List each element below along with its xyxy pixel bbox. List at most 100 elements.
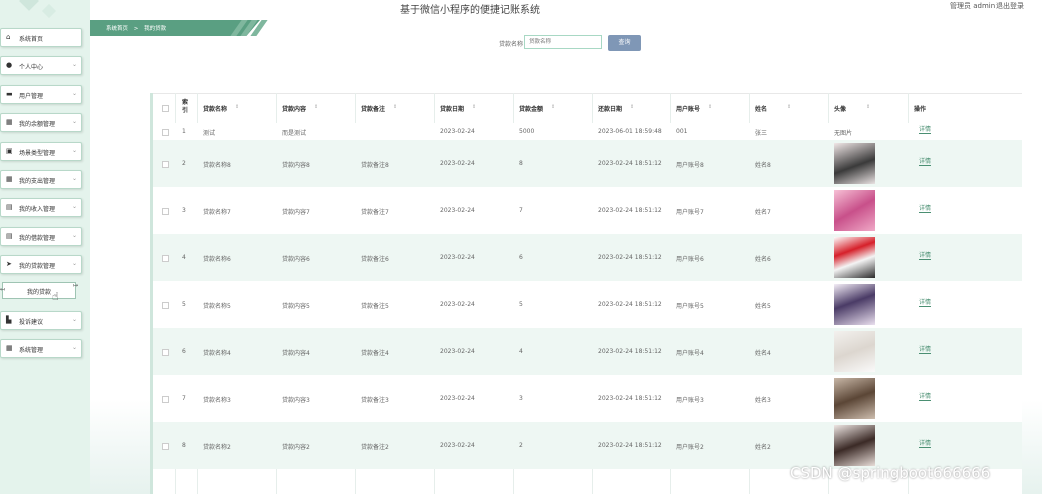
submenu-item-my-loans[interactable]: 我的贷款 — [2, 282, 76, 299]
cell-amount: 5000 — [519, 128, 535, 135]
breadcrumb-home[interactable]: 系统首页 — [106, 26, 128, 32]
drag-handle-icon[interactable]: ↦ — [73, 282, 78, 289]
sidebar-item[interactable]: ▬ 用户管理 ⌄ — [0, 85, 82, 104]
search-input[interactable] — [524, 35, 602, 49]
sidebar-item-label: 系统首页 — [19, 36, 44, 43]
row-checkbox[interactable] — [162, 443, 169, 450]
detail-button[interactable]: 详情 — [919, 438, 932, 448]
detail-button[interactable]: 详情 — [919, 391, 932, 401]
grid-icon: ▦ — [6, 175, 13, 183]
cell-account: 用户账号4 — [676, 350, 704, 357]
chevron-down-icon: ⌄ — [71, 61, 77, 68]
detail-button[interactable]: 详情 — [919, 124, 932, 134]
cell-note: 贷款备注3 — [361, 397, 389, 404]
sidebar-item-label: 场景类型管理 — [19, 150, 56, 157]
cell-date: 2023-02-24 — [440, 160, 475, 167]
column-header[interactable]: 还款日期 — [598, 104, 622, 113]
drag-handle-icon[interactable]: ↤ — [0, 286, 5, 293]
cell-note: 贷款备注4 — [361, 350, 389, 357]
sidebar-item[interactable]: ▦ 我的余额管理 ⌄ — [0, 113, 82, 132]
sort-icon[interactable]: ⇕ — [472, 104, 476, 110]
sort-icon[interactable]: ⇕ — [866, 104, 870, 110]
grid-icon: ▦ — [6, 118, 13, 126]
avatar — [834, 425, 875, 466]
cell-note: 贷款备注8 — [361, 162, 389, 169]
column-header[interactable]: 用户账号 — [676, 104, 700, 113]
sidebar-item[interactable]: ➤ 我的贷款管理 ⌄ — [0, 255, 82, 274]
cell-content: 贷款内容7 — [282, 209, 310, 216]
cell-account: 用户账号8 — [676, 162, 704, 169]
row-checkbox[interactable] — [162, 129, 169, 136]
sort-icon[interactable]: ⇕ — [551, 104, 555, 110]
sidebar-item[interactable]: ▤ 我的收入管理 ⌄ — [0, 198, 82, 217]
cell-content: 贷款内容6 — [282, 256, 310, 263]
sidebar-item[interactable]: ⌂ 系统首页 — [0, 28, 82, 47]
decor-diamond — [41, 3, 57, 19]
cell-person: 姓名6 — [755, 256, 771, 263]
cell-repay: 2023-02-24 18:51:12 — [598, 442, 662, 449]
table-header: 索引 贷款名称 ⇕ 贷款内容 ⇕ 贷款备注 ⇕ 贷款日期 ⇕ 贷款金额 ⇕ 还款日期 ⇕ 用户… — [153, 93, 1022, 124]
row-checkbox[interactable] — [162, 349, 169, 356]
avatar — [834, 284, 875, 325]
cell-note: 贷款备注2 — [361, 444, 389, 451]
column-header[interactable]: 贷款金额 — [519, 104, 543, 113]
sidebar-item[interactable]: ▦ 系统管理 ⌄ — [0, 339, 82, 358]
person-icon: ● — [6, 61, 13, 69]
cell-account: 用户账号2 — [676, 444, 704, 451]
sort-icon[interactable]: ⇕ — [235, 104, 239, 110]
cell-account: 001 — [676, 128, 688, 135]
decor-diamond — [19, 0, 39, 11]
cell-name: 贷款名称7 — [203, 209, 231, 216]
sidebar-item[interactable]: ▤ 我的借款管理 ⌄ — [0, 227, 82, 246]
select-all-checkbox[interactable] — [162, 105, 169, 112]
cell-date: 2023-02-24 — [440, 442, 475, 449]
column-header[interactable]: 贷款名称 — [203, 104, 227, 113]
search-button[interactable]: 查询 — [608, 35, 641, 51]
sort-icon[interactable]: ⇕ — [630, 104, 634, 110]
chevron-down-icon: ⌄ — [71, 203, 77, 210]
sidebar-item[interactable]: ▣ 场景类型管理 ⌄ — [0, 142, 82, 161]
sidebar-item[interactable]: ● 个人中心 ⌄ — [0, 56, 82, 75]
cell-repay: 2023-02-24 18:51:12 — [598, 301, 662, 308]
sidebar-item-label: 个人中心 — [19, 64, 44, 71]
cell-amount: 2 — [519, 442, 523, 449]
column-header[interactable]: 索引 — [182, 99, 192, 115]
table-row: 5 贷款名称5 贷款内容5 贷款备注5 2023-02-24 5 2023-02-24 18… — [153, 281, 1022, 328]
cell-name: 贷款名称8 — [203, 162, 231, 169]
column-header[interactable]: 头像 — [834, 104, 846, 113]
cell-repay: 2023-02-24 18:51:12 — [598, 254, 662, 261]
logout-link[interactable]: 退出登录 — [996, 1, 1024, 11]
detail-button[interactable]: 详情 — [919, 203, 932, 213]
row-checkbox[interactable] — [162, 161, 169, 168]
cell-amount: 8 — [519, 160, 523, 167]
breadcrumb-current: 我的贷款 — [144, 26, 167, 32]
cell-idx: 8 — [182, 442, 186, 449]
cell-amount: 5 — [519, 301, 523, 308]
column-header[interactable]: 姓名 — [755, 104, 767, 113]
column-header[interactable]: 操作 — [914, 104, 926, 113]
sort-icon[interactable]: ⇕ — [787, 104, 791, 110]
sort-icon[interactable]: ⇕ — [708, 104, 712, 110]
column-header[interactable]: 贷款内容 — [282, 104, 306, 113]
cell-person: 姓名7 — [755, 209, 771, 216]
sort-icon[interactable]: ⇕ — [393, 104, 397, 110]
detail-button[interactable]: 详情 — [919, 156, 932, 166]
sidebar-item[interactable]: ▙ 投诉建议 ⌄ — [0, 311, 82, 330]
column-header[interactable]: 贷款备注 — [361, 104, 385, 113]
home-icon: ⌂ — [6, 33, 11, 41]
row-checkbox[interactable] — [162, 302, 169, 309]
sort-icon[interactable]: ⇕ — [314, 104, 318, 110]
cell-amount: 3 — [519, 395, 523, 402]
sidebar-item[interactable]: ▦ 我的支出管理 ⌄ — [0, 170, 82, 189]
row-checkbox[interactable] — [162, 396, 169, 403]
column-header[interactable]: 贷款日期 — [440, 104, 464, 113]
detail-button[interactable]: 详情 — [919, 297, 932, 307]
detail-button[interactable]: 详情 — [919, 344, 932, 354]
row-checkbox[interactable] — [162, 255, 169, 262]
chevron-down-icon: ⌄ — [71, 232, 77, 239]
detail-button[interactable]: 详情 — [919, 250, 932, 260]
cell-amount: 4 — [519, 348, 523, 355]
row-checkbox[interactable] — [162, 208, 169, 215]
cell-amount: 7 — [519, 207, 523, 214]
cell-idx: 7 — [182, 395, 186, 402]
